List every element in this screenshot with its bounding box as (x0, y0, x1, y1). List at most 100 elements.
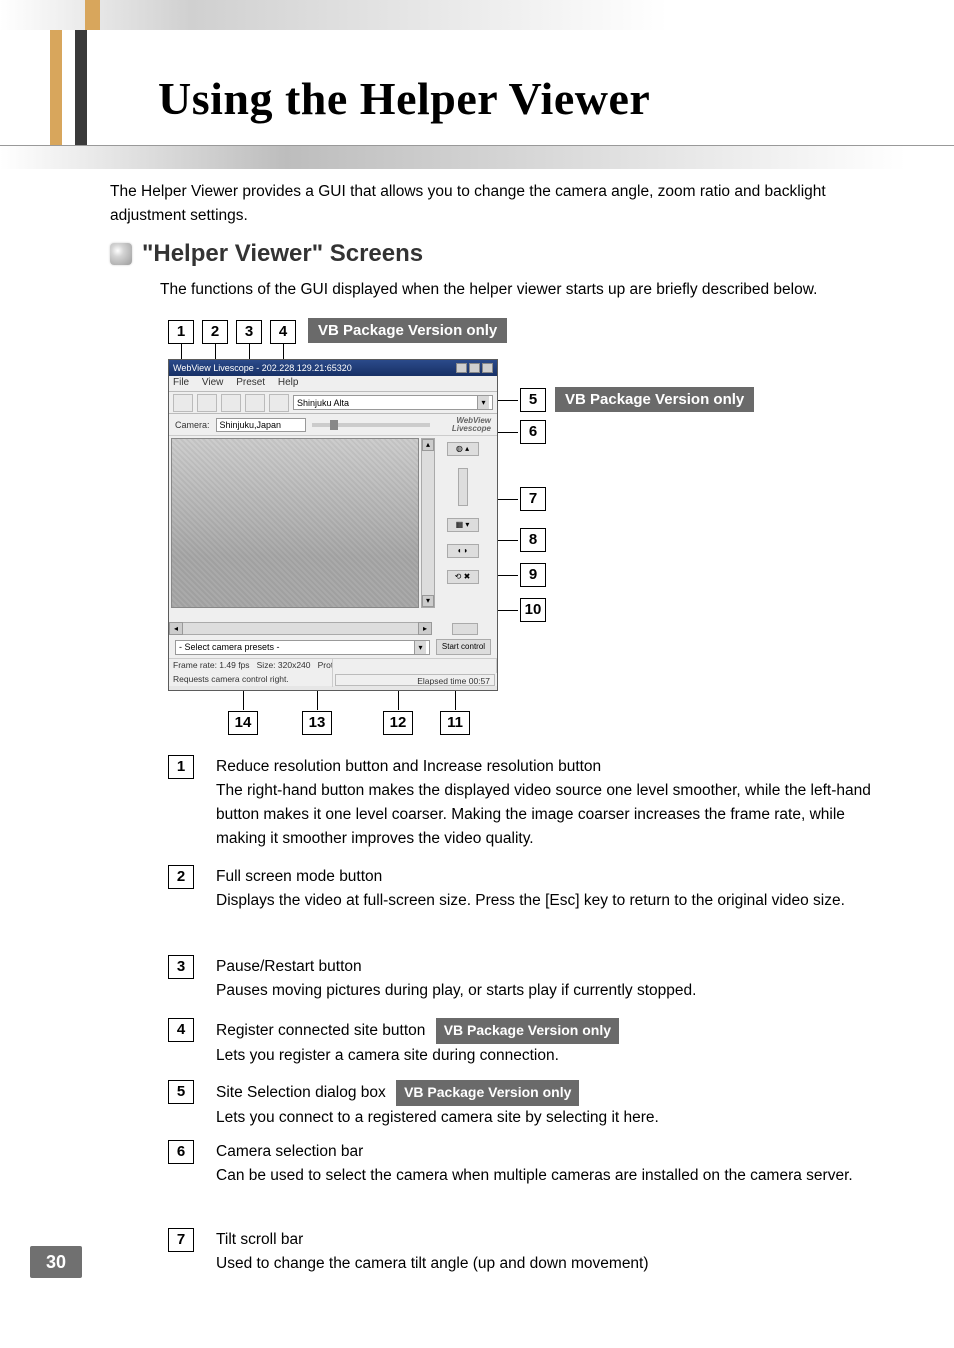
callout-12: 12 (383, 711, 413, 735)
control-icon-2: ⟲ ✖ (447, 570, 479, 584)
arrow-down-icon: ▾ (422, 595, 434, 607)
callout-7: 7 (520, 487, 546, 511)
arrow-up-icon: ▴ (422, 439, 434, 451)
callout-8: 8 (520, 528, 546, 552)
status-bar: Frame rate: 1.49 fps Size: 320x240 Proto… (169, 658, 497, 686)
section-title: "Helper Viewer" Screens (142, 240, 423, 268)
arrow-left-icon: ◂ (169, 622, 183, 635)
backlight-icon: ▦ ▾ (447, 518, 479, 532)
status-frame-rate: Frame rate: 1.49 fps Size: 320x240 Proto… (169, 659, 333, 673)
desc-head-6: Camera selection bar (216, 1143, 363, 1160)
camera-selection-slider (312, 423, 430, 427)
tilt-scrollbar: ▴ ▾ (421, 438, 435, 608)
callout-13: 13 (302, 711, 332, 735)
toolbar: Shinjuku Alta ▾ (169, 392, 497, 414)
desc-num-4: 4 (168, 1018, 194, 1042)
callout-10: 10 (520, 598, 546, 622)
side-orange-bar (50, 30, 62, 145)
chevron-down-icon: ▾ (477, 396, 489, 409)
helper-viewer-window-screenshot: WebView Livescope - 202.228.129.21:65320… (168, 359, 498, 691)
desc-head-4: Register connected site button (216, 1022, 425, 1039)
slider-knob-icon (330, 420, 338, 430)
badge-right-vb-only: VB Package Version only (555, 387, 754, 412)
page-number-badge: 30 (30, 1246, 82, 1278)
start-control-button: Start control (436, 639, 491, 655)
close-icon (482, 363, 493, 373)
desc-item-2: 2 Full screen mode button Displays the v… (168, 865, 888, 913)
status-elapsed: Elapsed time 00:57 (335, 674, 495, 686)
status-request: Requests camera control right. (169, 673, 333, 687)
window-buttons (456, 363, 493, 373)
preset-select: - Select camera presets - ▾ (175, 640, 430, 655)
window-title: WebView Livescope - 202.228.129.21:65320 (173, 363, 352, 373)
top-gradient-bar (0, 0, 954, 30)
preset-row: - Select camera presets - ▾ Start contro… (169, 636, 497, 658)
reduce-resolution-button (173, 394, 193, 412)
callout-9: 9 (520, 563, 546, 587)
side-dark-bar (75, 30, 87, 145)
camera-label: Camera: (175, 420, 210, 430)
menu-file: File (173, 377, 189, 388)
chevron-down-icon: ▾ (414, 641, 426, 654)
pan-scrollbar: ◂ ▸ (169, 621, 497, 636)
pan-track (183, 622, 418, 635)
desc-item-6: 6 Camera selection bar Can be used to se… (168, 1140, 888, 1188)
minimize-icon (456, 363, 467, 373)
camera-row: Camera: Shinjuku,Japan WebView Livescope (169, 414, 497, 436)
section-bullet-icon (110, 243, 132, 265)
desc-head-5: Site Selection dialog box (216, 1084, 386, 1101)
desc-item-5: 5 Site Selection dialog box VB Package V… (168, 1080, 888, 1130)
section-subtitle: The functions of the GUI displayed when … (160, 278, 900, 301)
camera-select: Shinjuku,Japan (216, 418, 306, 432)
badge-top-vb-only: VB Package Version only (308, 318, 507, 343)
callout-3: 3 (236, 320, 262, 344)
callout-6: 6 (520, 420, 546, 444)
title-underline (0, 145, 954, 169)
menu-bar: File View Preset Help (169, 376, 497, 392)
control-icon-1: ◐◑ (447, 544, 479, 558)
logo-line2: Livescope (436, 425, 491, 433)
desc-num-6: 6 (168, 1140, 194, 1164)
camera-value: Shinjuku,Japan (220, 420, 282, 430)
desc-num-3: 3 (168, 955, 194, 979)
callout-1: 1 (168, 320, 194, 344)
callout-2: 2 (202, 320, 228, 344)
preset-value: - Select camera presets - (179, 642, 280, 652)
menu-view: View (202, 377, 224, 388)
window-titlebar: WebView Livescope - 202.228.129.21:65320 (169, 360, 497, 376)
top-orange-mark (85, 0, 100, 30)
desc-item-1: 1 Reduce resolution button and Increase … (168, 755, 888, 851)
increase-resolution-button (197, 394, 217, 412)
intro-paragraph: The Helper Viewer provides a GUI that al… (110, 180, 870, 228)
desc-text-4: Lets you register a camera site during c… (216, 1047, 559, 1064)
page-title: Using the Helper Viewer (158, 72, 650, 125)
fullscreen-button (221, 394, 241, 412)
badge-item4-vb-only: VB Package Version only (436, 1018, 619, 1044)
arrow-right-icon: ▸ (418, 622, 432, 635)
pause-restart-button (245, 394, 265, 412)
site-selection-dropdown: Shinjuku Alta ▾ (293, 395, 493, 410)
desc-num-1: 1 (168, 755, 194, 779)
desc-text-5: Lets you connect to a registered camera … (216, 1109, 659, 1126)
callout-11: 11 (440, 711, 470, 735)
desc-item-7: 7 Tilt scroll bar Used to change the cam… (168, 1228, 888, 1276)
desc-head-2: Full screen mode button (216, 868, 382, 885)
callout-14: 14 (228, 711, 258, 735)
site-selection-value: Shinjuku Alta (297, 398, 349, 408)
desc-head-1: Reduce resolution button and Increase re… (216, 758, 601, 775)
connection-indicator-icon (452, 623, 478, 635)
desc-num-7: 7 (168, 1228, 194, 1252)
desc-text-1: The right-hand button makes the displaye… (216, 782, 871, 847)
callout-4: 4 (270, 320, 296, 344)
desc-text-2: Displays the video at full-screen size. … (216, 892, 845, 909)
desc-text-3: Pauses moving pictures during play, or s… (216, 982, 696, 999)
desc-head-3: Pause/Restart button (216, 958, 362, 975)
right-control-panel: ◍ ▴ ▦ ▾ ◐◑ ⟲ ✖ (435, 436, 490, 621)
live-video-view (171, 438, 419, 608)
menu-help: Help (278, 377, 299, 388)
zoom-slider (458, 468, 468, 506)
desc-num-5: 5 (168, 1080, 194, 1104)
badge-item5-vb-only: VB Package Version only (396, 1080, 579, 1106)
desc-text-7: Used to change the camera tilt angle (up… (216, 1255, 649, 1272)
desc-item-4: 4 Register connected site button VB Pack… (168, 1018, 888, 1068)
